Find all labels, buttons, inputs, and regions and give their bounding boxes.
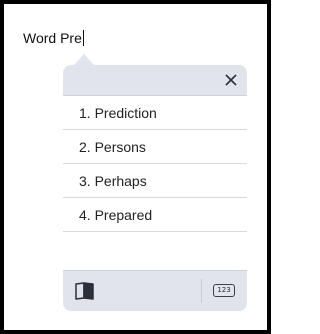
app-frame: Word Pre 1. Prediction 2. Persons 3. Per… bbox=[0, 0, 271, 334]
book-icon bbox=[75, 282, 94, 300]
dictionary-button[interactable] bbox=[74, 281, 96, 301]
footer-divider bbox=[201, 279, 202, 303]
suggestion-item[interactable]: 2. Persons bbox=[63, 130, 247, 164]
word-prediction-popup: 1. Prediction 2. Persons 3. Perhaps 4. P… bbox=[63, 65, 247, 311]
suggestion-item[interactable]: 3. Perhaps bbox=[63, 164, 247, 198]
close-icon bbox=[225, 74, 237, 86]
suggestion-label: 1. Prediction bbox=[79, 104, 157, 121]
suggestion-item[interactable]: 1. Prediction bbox=[63, 96, 247, 130]
suggestion-label: 4. Prepared bbox=[79, 206, 153, 223]
editor-text: Word Pre bbox=[23, 30, 82, 46]
suggestion-label: 3. Perhaps bbox=[79, 172, 147, 189]
suggestion-label: 2. Persons bbox=[79, 138, 146, 155]
suggestion-item[interactable]: 4. Prepared bbox=[63, 198, 247, 232]
suggestion-list: 1. Prediction 2. Persons 3. Perhaps 4. P… bbox=[63, 95, 247, 271]
text-editor[interactable]: Word Pre bbox=[23, 29, 84, 47]
close-button[interactable] bbox=[220, 69, 242, 91]
popup-footer: 123 bbox=[63, 271, 247, 311]
numbers-button[interactable]: 123 bbox=[213, 284, 235, 297]
text-caret bbox=[82, 30, 84, 46]
